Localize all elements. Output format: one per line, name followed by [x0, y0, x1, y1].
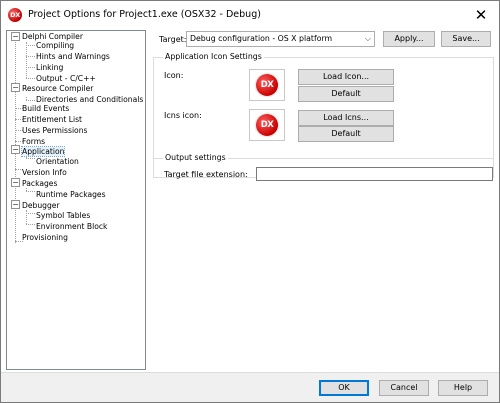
output-settings-title: Output settings — [163, 153, 228, 162]
tree-connector — [26, 158, 35, 159]
tree-connector — [26, 78, 35, 79]
tree-connector — [26, 45, 35, 46]
tree-item-packages[interactable]: Packages — [22, 178, 57, 189]
tree-item-label: Uses Permissions — [22, 126, 88, 135]
apply-button[interactable]: Apply... — [383, 31, 435, 47]
icns-preview: DX — [249, 109, 285, 141]
target-file-extension-label: Target file extension: — [164, 170, 248, 179]
title-bar[interactable]: DX Project Options for Project1.exe (OSX… — [1, 1, 499, 30]
tree-item-label: Packages — [22, 179, 58, 188]
options-tree[interactable]: − − − − − Delphi Compiler Compiling Hint… — [6, 30, 146, 370]
tree-item-label: Environment Block — [36, 222, 108, 231]
tree-item-entitlement-list[interactable]: Entitlement List — [22, 114, 82, 125]
app-icon: DX — [8, 8, 22, 22]
tree-connector — [26, 56, 35, 57]
window-title: Project Options for Project1.exe (OSX32 … — [28, 9, 261, 20]
options-content: Target: Debug configuration - OS X platf… — [152, 30, 495, 370]
icns-default-button[interactable]: Default — [298, 126, 394, 142]
tree-item-compiling[interactable]: Compiling — [36, 40, 74, 51]
tree-item-provisioning[interactable]: Provisioning — [22, 232, 68, 243]
tree-item-label: Symbol Tables — [36, 211, 91, 220]
collapse-toggle-icon[interactable]: − — [11, 83, 20, 92]
tree-item-label: Application — [20, 146, 66, 157]
help-button[interactable]: Help — [438, 380, 488, 396]
load-icon-button[interactable]: Load Icon... — [298, 69, 394, 85]
tree-item-runtime-packages[interactable]: Runtime Packages — [36, 189, 106, 200]
icns-icon-label: Icns icon: — [164, 111, 202, 120]
ok-button[interactable]: OK — [319, 380, 369, 396]
tree-item-label: Debugger — [22, 201, 60, 210]
tree-connector — [26, 191, 35, 192]
collapse-toggle-icon[interactable]: − — [11, 178, 20, 187]
tree-item-resource-compiler[interactable]: Resource Compiler — [22, 83, 93, 94]
target-select-value: Debug configuration - OS X platform — [190, 34, 333, 43]
tree-item-label: Provisioning — [22, 233, 68, 242]
dialog-button-bar: OK Cancel Help — [1, 372, 499, 402]
icon-default-button[interactable]: Default — [298, 86, 394, 102]
tree-item-version-info[interactable]: Version Info — [22, 167, 67, 178]
tree-item-build-events[interactable]: Build Events — [22, 103, 69, 114]
cancel-button[interactable]: Cancel — [379, 380, 429, 396]
tree-item-label: Resource Compiler — [22, 84, 94, 93]
target-label: Target: — [159, 35, 187, 44]
close-icon[interactable]: ✕ — [472, 6, 490, 24]
tree-guide-root — [15, 37, 16, 243]
tree-item-label: Forms — [22, 137, 46, 146]
tree-item-label: Orientation — [36, 157, 79, 166]
icon-label: Icon: — [164, 71, 184, 80]
load-icns-button[interactable]: Load Icns... — [298, 110, 394, 126]
chevron-down-icon: ⌵ — [364, 34, 371, 43]
save-button[interactable]: Save... — [441, 31, 491, 47]
tree-item-label: Linking — [36, 63, 64, 72]
collapse-toggle-icon[interactable]: − — [11, 145, 20, 154]
target-select[interactable]: Debug configuration - OS X platform ⌵ — [186, 31, 375, 47]
application-icon-settings-title: Application Icon Settings — [163, 52, 264, 61]
tree-connector — [26, 224, 35, 225]
icon-preview: DX — [249, 69, 285, 101]
tree-item-label: Version Info — [22, 168, 67, 177]
tree-item-label: Runtime Packages — [36, 190, 106, 199]
tree-item-environment-block[interactable]: Environment Block — [36, 221, 107, 232]
tree-item-hints-and-warnings[interactable]: Hints and Warnings — [36, 51, 110, 62]
tree-item-label: Entitlement List — [22, 115, 83, 124]
collapse-toggle-icon[interactable]: − — [11, 32, 20, 41]
tree-item-label: Output - C/C++ — [36, 74, 96, 83]
tree-item-label: Build Events — [22, 104, 70, 113]
tree-item-orientation[interactable]: Orientation — [36, 156, 79, 167]
delphi-logo-icon: DX — [256, 74, 278, 96]
collapse-toggle-icon[interactable]: − — [11, 200, 20, 209]
tree-guide-delphi-compiler — [26, 42, 27, 78]
tree-item-uses-permissions[interactable]: Uses Permissions — [22, 125, 87, 136]
tree-item-symbol-tables[interactable]: Symbol Tables — [36, 210, 90, 221]
tree-item-label: Hints and Warnings — [36, 52, 110, 61]
delphi-logo-icon: DX — [256, 114, 278, 136]
tree-connector — [26, 67, 35, 68]
tree-connector — [26, 213, 35, 214]
tree-item-label: Compiling — [36, 41, 75, 50]
tree-item-linking[interactable]: Linking — [36, 62, 63, 73]
target-file-extension-input[interactable] — [256, 167, 493, 181]
project-options-dialog: DX Project Options for Project1.exe (OSX… — [0, 0, 500, 403]
tree-connector — [26, 100, 35, 101]
